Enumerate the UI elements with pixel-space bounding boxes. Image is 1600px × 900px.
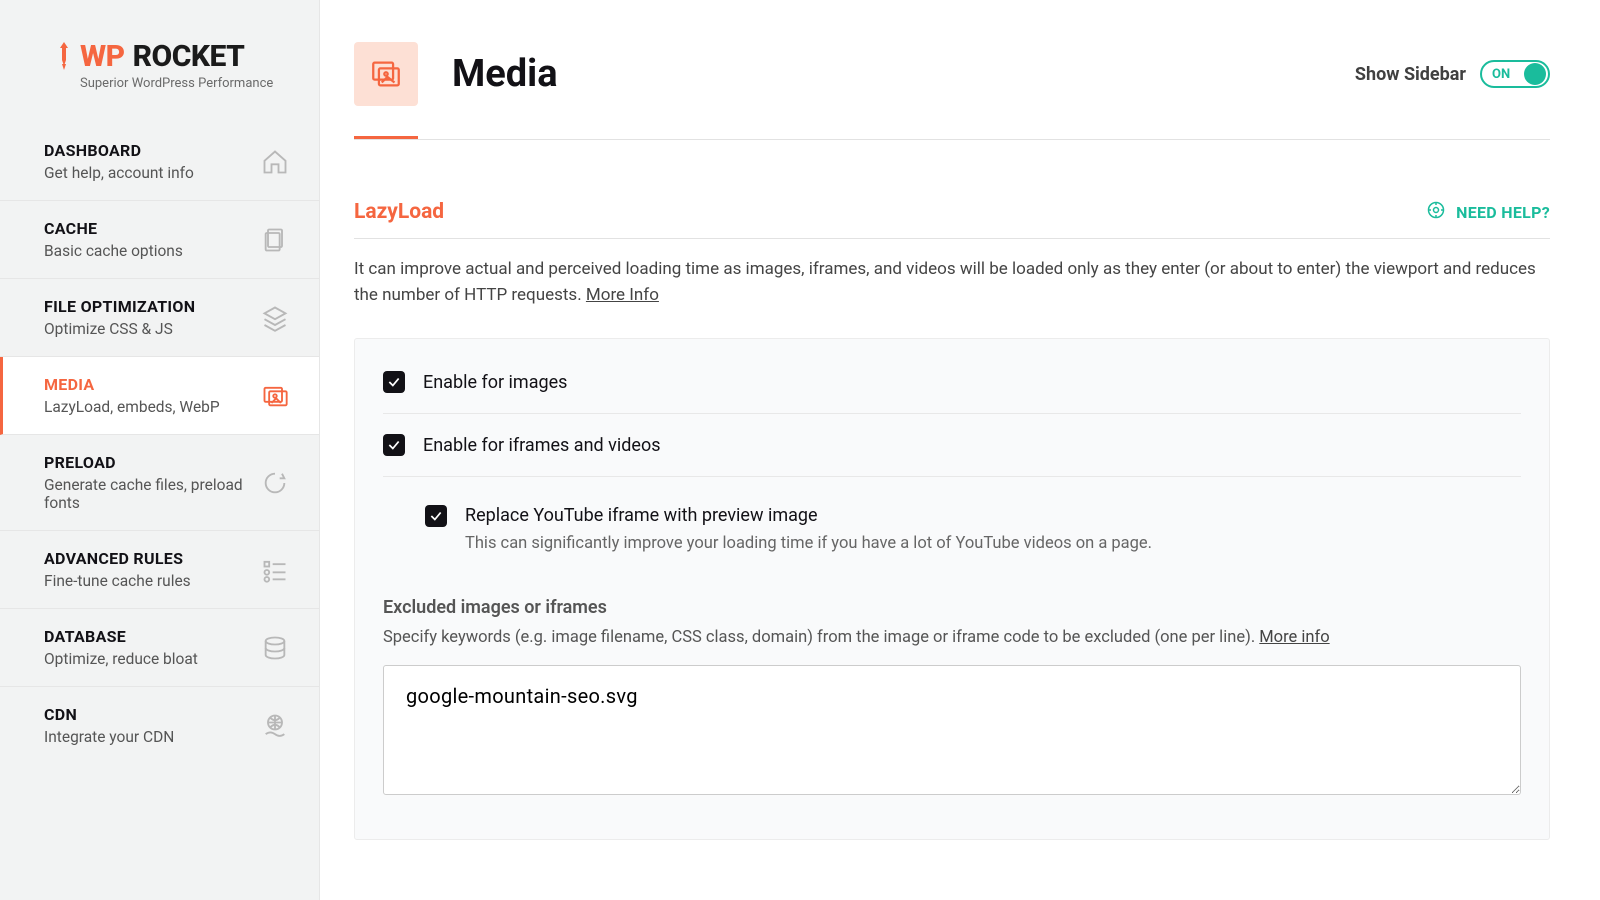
sidebar-item-advanced-rules[interactable]: ADVANCED RULES Fine-tune cache rules (0, 531, 319, 609)
files-icon (261, 226, 289, 254)
sidebar-item-database[interactable]: DATABASE Optimize, reduce bloat (0, 609, 319, 687)
logo-rocket: ROCKET (133, 39, 245, 74)
lazyload-section: LazyLoad NEED HELP? It can improve actua… (354, 200, 1550, 840)
main-content: Media Show Sidebar ON LazyLoad NEED HELP… (320, 0, 1600, 900)
section-description: It can improve actual and perceived load… (354, 257, 1550, 308)
sub-opt-hint: This can significantly improve your load… (465, 534, 1152, 553)
globe-hand-icon (261, 712, 289, 740)
nav-sub: Get help, account info (44, 164, 194, 182)
show-sidebar-toggle[interactable]: ON (1480, 60, 1550, 88)
section-title: LazyLoad (354, 200, 444, 224)
nav-title: PRELOAD (44, 453, 261, 472)
list-icon (261, 556, 289, 584)
section-desc-text: It can improve actual and perceived load… (354, 259, 1536, 305)
page-media-icon (354, 42, 418, 106)
sidebar-item-cdn[interactable]: CDN Integrate your CDN (0, 687, 319, 764)
nav-title: CACHE (44, 219, 183, 238)
nav-sub: LazyLoad, embeds, WebP (44, 398, 220, 416)
media-icon (261, 382, 289, 410)
database-icon (261, 634, 289, 662)
excluded-textarea[interactable] (383, 665, 1521, 795)
excluded-section: Excluded images or iframes Specify keywo… (383, 597, 1521, 799)
nav-title: DASHBOARD (44, 141, 194, 160)
sub-opt-label: Replace YouTube iframe with preview imag… (465, 505, 1152, 526)
nav-title: MEDIA (44, 375, 220, 394)
header-divider (354, 139, 1550, 140)
need-help-label: NEED HELP? (1456, 203, 1550, 222)
sidebar-item-cache[interactable]: CACHE Basic cache options (0, 201, 319, 279)
toggle-on-label: ON (1482, 67, 1510, 82)
refresh-icon (261, 469, 289, 497)
help-icon (1426, 200, 1446, 224)
checkbox-youtube-preview[interactable] (425, 505, 447, 527)
nav-sub: Optimize CSS & JS (44, 320, 195, 338)
excluded-desc-text: Specify keywords (e.g. image filename, C… (383, 628, 1259, 647)
sidebar-item-preload[interactable]: PRELOAD Generate cache files, preload fo… (0, 435, 319, 531)
page-title: Media (452, 52, 558, 96)
nav-title: CDN (44, 705, 174, 724)
page-header: Media Show Sidebar ON (354, 42, 1550, 106)
checkbox-enable-images[interactable] (383, 371, 405, 393)
excluded-more-info-link[interactable]: More info (1259, 628, 1329, 647)
nav-sub: Generate cache files, preload fonts (44, 476, 261, 512)
layers-icon (261, 304, 289, 332)
opt-youtube-preview: Replace YouTube iframe with preview imag… (425, 477, 1521, 553)
sidebar-item-media[interactable]: MEDIA LazyLoad, embeds, WebP (0, 357, 319, 435)
checkbox-enable-iframes[interactable] (383, 434, 405, 456)
nav-title: DATABASE (44, 627, 198, 646)
nav-title: ADVANCED RULES (44, 549, 191, 568)
show-sidebar-label: Show Sidebar (1355, 64, 1466, 85)
nav: DASHBOARD Get help, account info CACHE B… (0, 123, 319, 764)
rocket-carrot-icon (56, 42, 72, 70)
section-divider (354, 238, 1550, 239)
opt-label: Enable for images (423, 372, 567, 393)
nav-sub: Fine-tune cache rules (44, 572, 191, 590)
sidebar-item-dashboard[interactable]: DASHBOARD Get help, account info (0, 123, 319, 201)
home-icon (261, 148, 289, 176)
nav-title: FILE OPTIMIZATION (44, 297, 195, 316)
logo-wp: WP (80, 39, 125, 74)
lazyload-card: Enable for images Enable for iframes and… (354, 338, 1550, 840)
opt-label: Enable for iframes and videos (423, 435, 661, 456)
toggle-knob (1524, 63, 1546, 85)
logo: WP ROCKET Superior WordPress Performance (0, 0, 319, 115)
opt-enable-iframes: Enable for iframes and videos (383, 414, 1521, 476)
excluded-desc: Specify keywords (e.g. image filename, C… (383, 628, 1521, 647)
more-info-link[interactable]: More Info (586, 285, 659, 305)
excluded-title: Excluded images or iframes (383, 597, 1521, 618)
sidebar-item-file-optimization[interactable]: FILE OPTIMIZATION Optimize CSS & JS (0, 279, 319, 357)
nav-sub: Optimize, reduce bloat (44, 650, 198, 668)
nav-sub: Integrate your CDN (44, 728, 174, 746)
sidebar: WP ROCKET Superior WordPress Performance… (0, 0, 320, 900)
opt-enable-images: Enable for images (383, 371, 1521, 413)
logo-subtitle: Superior WordPress Performance (56, 76, 319, 91)
need-help-link[interactable]: NEED HELP? (1426, 200, 1550, 224)
nav-sub: Basic cache options (44, 242, 183, 260)
